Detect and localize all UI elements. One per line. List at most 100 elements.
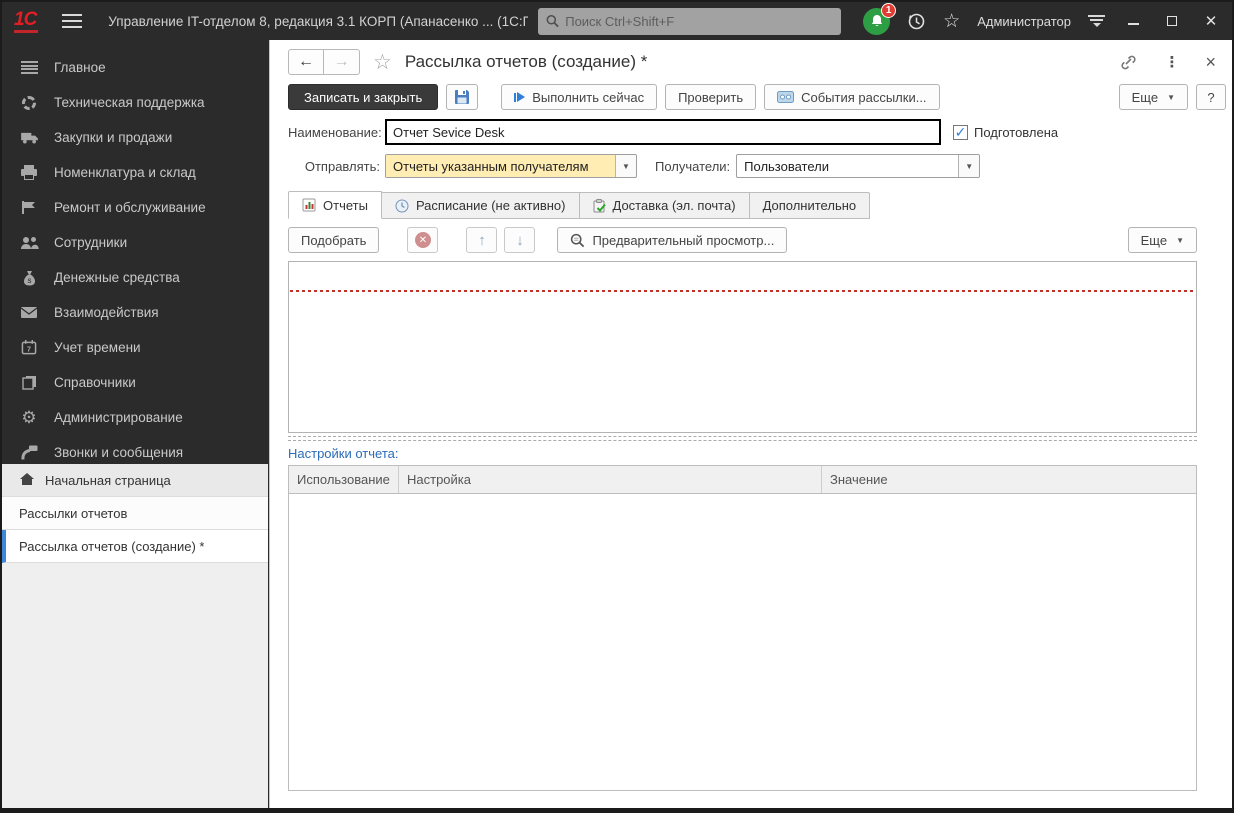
splitter-handle[interactable] (288, 436, 1197, 441)
chevron-down-icon: ▼ (1176, 235, 1184, 245)
chevron-down-icon[interactable]: ▼ (615, 155, 636, 177)
preview-button[interactable]: Предварительный просмотр... (557, 227, 788, 253)
sidebar-item-zakupki[interactable]: Закупки и продажи (2, 120, 269, 155)
column-nastroyka[interactable]: Настройка (399, 466, 822, 493)
truck-icon (19, 131, 39, 144)
delete-icon: ✕ (414, 232, 431, 248)
tab-dopolnitelno[interactable]: Дополнительно (749, 192, 871, 219)
main-menu-icon[interactable] (62, 14, 83, 28)
current-user[interactable]: Администратор (977, 14, 1071, 29)
prepared-checkbox[interactable]: ✓ Подготовлена (953, 124, 1058, 140)
home-icon (19, 472, 35, 489)
tab-otchety[interactable]: Отчеты (288, 191, 382, 219)
calendar-icon: 7 (19, 340, 39, 355)
save-and-close-button[interactable]: Записать и закрыть (288, 84, 439, 110)
menu-lines-icon (19, 61, 39, 74)
warehouse-icon (19, 165, 39, 180)
tab-raspisanie[interactable]: Расписание (не активно) (381, 192, 580, 219)
send-mode-combobox[interactable]: Отчеты указанным получателям ▼ (385, 154, 637, 178)
tab-strip: Отчеты Расписание (не активно) Доставка … (288, 191, 1232, 219)
column-ispolzovanie[interactable]: Использование (289, 466, 399, 493)
sidebar-item-spravochniki[interactable]: Справочники (2, 365, 269, 400)
move-up-button[interactable]: ↑ (466, 227, 498, 253)
events-journal-icon (777, 91, 795, 103)
discussions-icon[interactable] (1088, 15, 1105, 27)
favorites-icon[interactable]: ☆ (943, 12, 960, 31)
sidebar-item-uchet-vremeni[interactable]: 7 Учет времени (2, 330, 269, 365)
svg-text:s: s (27, 276, 31, 285)
history-icon[interactable] (907, 12, 926, 31)
report-icon (302, 198, 316, 212)
lifebuoy-icon (19, 95, 39, 110)
forward-button[interactable]: → (324, 49, 360, 75)
name-input[interactable] (385, 119, 941, 145)
name-label: Наименование: (288, 124, 382, 140)
notifications-button[interactable]: 1 (863, 2, 897, 35)
more-button-reports[interactable]: Еще ▼ (1127, 227, 1197, 253)
column-znachenie[interactable]: Значение (822, 466, 1196, 493)
mailing-events-button[interactable]: События рассылки... (764, 84, 940, 110)
sidebar-item-remont[interactable]: Ремонт и обслуживание (2, 190, 269, 225)
delete-row-button[interactable]: ✕ (407, 227, 439, 253)
form-header: ← → ☆ Рассылка отчетов (создание) * ⋮ × (288, 47, 1232, 77)
envelope-icon (19, 306, 39, 319)
open-windows-list: Начальная страница Рассылки отчетов Расс… (2, 464, 268, 808)
sidebar-item-sotrudniki[interactable]: Сотрудники (2, 225, 269, 260)
catalogs-icon (19, 375, 39, 390)
arrow-up-icon: ↑ (478, 231, 486, 249)
sidebar-item-nomenklatura[interactable]: Номенклатура и склад (2, 155, 269, 190)
kebab-menu-icon[interactable]: ⋮ (1164, 53, 1179, 71)
search-icon (546, 15, 559, 28)
sidebar-item-administrirovanie[interactable]: ⚙ Администрирование (2, 400, 269, 435)
check-button[interactable]: Проверить (665, 84, 757, 110)
checkbox-check-icon: ✓ (953, 124, 968, 140)
window-item-rassylka-sozdanie[interactable]: Рассылка отчетов (создание) * (2, 530, 268, 563)
window-item-rassylki-otchetov[interactable]: Рассылки отчетов (2, 497, 268, 530)
magnifier-icon (571, 233, 585, 247)
back-button[interactable]: ← (288, 49, 324, 75)
floppy-icon (455, 90, 470, 104)
sidebar-item-vzaimodeystviya[interactable]: Взаимодействия (2, 295, 269, 330)
maximize-button[interactable] (1161, 13, 1183, 30)
window-item-home[interactable]: Начальная страница (2, 464, 268, 497)
sidebar-item-denezhnye[interactable]: s Денежные средства (2, 260, 269, 295)
reports-list[interactable] (288, 261, 1197, 433)
repair-flag-icon (19, 200, 39, 215)
report-settings-table[interactable]: Использование Настройка Значение (288, 465, 1197, 791)
people-icon (19, 236, 39, 250)
global-search[interactable] (538, 7, 842, 35)
add-to-favorites-icon[interactable]: ☆ (373, 50, 392, 75)
delivery-check-icon (593, 198, 606, 212)
help-button[interactable]: ? (1196, 84, 1226, 110)
money-bag-icon: s (19, 270, 39, 286)
tab-dostavka[interactable]: Доставка (эл. почта) (579, 192, 750, 219)
sidebar: Главное Техническая поддержка Закупки и … (2, 40, 270, 808)
arrow-down-icon: ↓ (516, 231, 524, 249)
close-window-button[interactable]: ✕ (1200, 12, 1222, 30)
move-down-button[interactable]: ↓ (504, 227, 536, 253)
current-row-marker (290, 290, 1195, 292)
app-window: 1С Управление IT-отделом 8, редакция 3.1… (0, 0, 1234, 813)
link-icon[interactable] (1119, 54, 1138, 71)
sidebar-item-tehpodderzhka[interactable]: Техническая поддержка (2, 85, 269, 120)
titlebar: 1С Управление IT-отделом 8, редакция 3.1… (2, 2, 1232, 40)
close-form-icon[interactable]: × (1205, 53, 1216, 71)
phone-message-icon (19, 445, 39, 460)
sidebar-item-glavnoe[interactable]: Главное (2, 50, 269, 85)
search-input[interactable] (565, 13, 834, 29)
page-title: Рассылка отчетов (создание) * (404, 52, 648, 71)
report-settings-label: Настройки отчета: (288, 446, 399, 461)
save-button[interactable] (446, 84, 479, 110)
pick-button[interactable]: Подобрать (288, 227, 380, 253)
more-button-top[interactable]: Еще ▼ (1118, 84, 1188, 110)
settings-table-header: Использование Настройка Значение (289, 466, 1196, 494)
svg-text:7: 7 (27, 345, 31, 354)
titlebar-right-group: 1 ☆ Администратор ✕ (863, 2, 1222, 35)
run-now-button[interactable]: Выполнить сейчас (501, 84, 658, 110)
run-icon (514, 92, 526, 102)
chevron-down-icon: ▼ (1167, 92, 1175, 102)
minimize-button[interactable] (1122, 13, 1144, 30)
recipients-combobox[interactable]: Пользователи ▼ (736, 154, 981, 178)
chevron-down-icon[interactable]: ▼ (958, 155, 980, 177)
reports-toolbar: Подобрать ✕ ↑ ↓ Предварительный просмотр… (288, 227, 1197, 253)
